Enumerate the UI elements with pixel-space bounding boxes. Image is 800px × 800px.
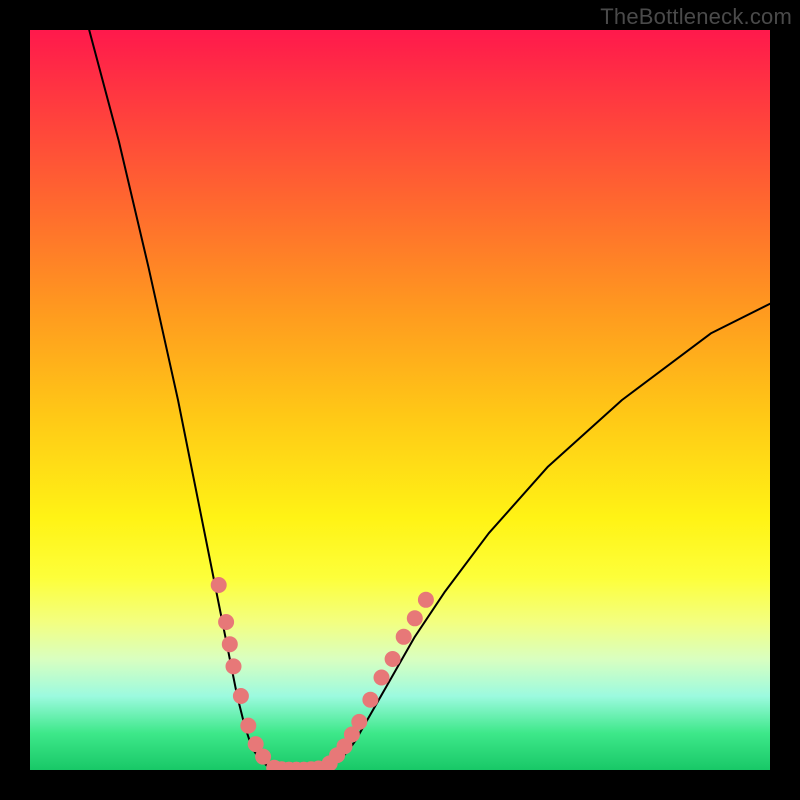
dots-bottom [266,760,326,770]
data-dot [351,714,367,730]
watermark-text: TheBottleneck.com [600,4,792,30]
data-dot [240,718,256,734]
data-dot [211,577,227,593]
plot-area [30,30,770,770]
data-dot [362,692,378,708]
data-dot [222,636,238,652]
data-dot [218,614,234,630]
data-dot [233,688,249,704]
data-dot [226,658,242,674]
plot-svg [30,30,770,770]
dots-right [322,592,434,770]
data-dot [385,651,401,667]
data-dot [396,629,412,645]
data-dot [418,592,434,608]
data-dot [374,670,390,686]
chart-stage: TheBottleneck.com [0,0,800,800]
bottleneck-curve [89,30,770,770]
data-dot [407,610,423,626]
